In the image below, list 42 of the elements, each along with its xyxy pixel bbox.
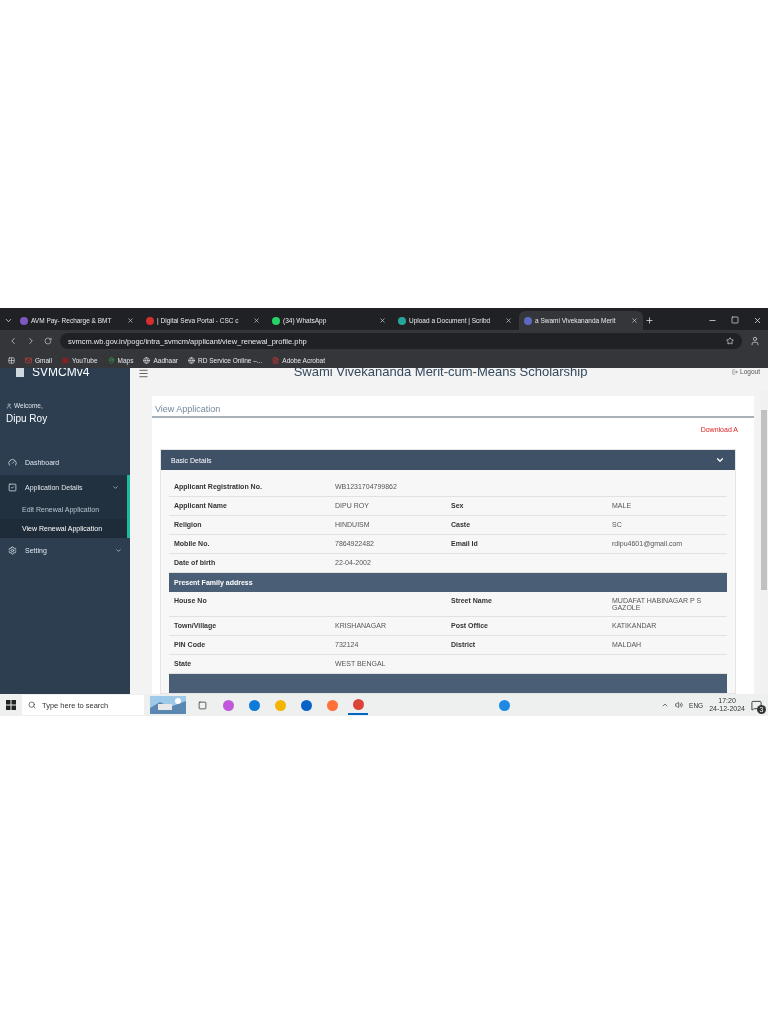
menu-icon[interactable] (138, 368, 149, 379)
restore-icon[interactable] (731, 316, 739, 324)
logout-icon (732, 368, 739, 375)
tab-list-icon[interactable] (4, 316, 13, 325)
chevron-icon (112, 484, 119, 491)
close-icon[interactable] (631, 317, 638, 324)
favicon-icon (272, 316, 280, 325)
user-name: Dipu Roy (5, 412, 49, 426)
globe-icon (143, 356, 151, 364)
dashboard-icon (8, 458, 17, 467)
forward-icon[interactable] (26, 336, 36, 346)
favicon-icon (146, 316, 154, 325)
close-icon[interactable] (127, 317, 134, 324)
settings-icon (8, 546, 17, 555)
close-icon[interactable] (505, 317, 512, 324)
favicon-icon (524, 316, 532, 325)
favicon-icon (20, 316, 28, 325)
windows-start-icon[interactable] (6, 700, 16, 710)
back-icon[interactable] (8, 336, 18, 346)
play-icon (62, 356, 69, 364)
speaker-icon[interactable] (675, 701, 684, 709)
close-icon[interactable] (253, 317, 260, 324)
globe-icon (188, 356, 195, 364)
chevron-icon (715, 455, 725, 465)
brand-name: SVMCMv4 (32, 368, 90, 376)
reload-icon[interactable] (44, 337, 52, 345)
apps-icon[interactable] (8, 356, 15, 364)
mail-icon (25, 356, 32, 364)
profile-icon[interactable] (750, 336, 760, 346)
card-title: View Application (155, 404, 221, 414)
user-icon (6, 402, 12, 409)
new-tab-icon[interactable] (645, 316, 654, 325)
close-icon[interactable] (379, 317, 386, 324)
chevron-icon (115, 547, 122, 554)
favicon-icon (398, 316, 406, 325)
tray-chevron-icon[interactable] (661, 701, 670, 709)
bookmark-star-icon[interactable] (726, 337, 734, 345)
document-icon (272, 356, 280, 364)
close-icon[interactable] (753, 316, 762, 325)
map-pin-icon (107, 356, 115, 364)
checkbox-icon (8, 483, 17, 492)
search-icon (28, 701, 36, 709)
